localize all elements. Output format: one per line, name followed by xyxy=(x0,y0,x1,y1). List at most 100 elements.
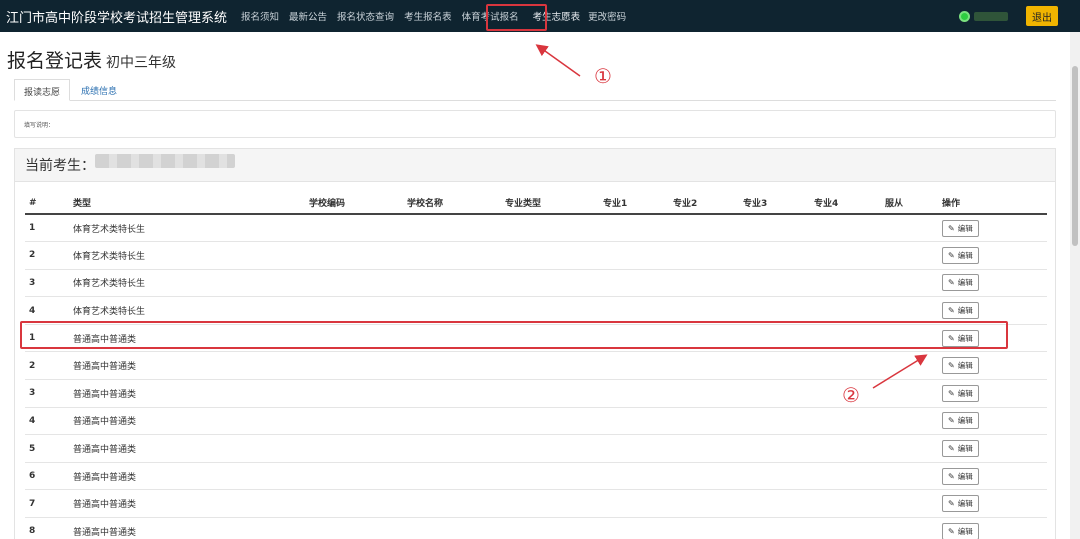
edit-button[interactable]: ✎ 编辑 xyxy=(942,384,979,402)
empty-cell xyxy=(739,517,810,539)
row-actions: ✎ 编辑 xyxy=(938,489,1047,519)
column-header: 专业4 xyxy=(810,192,881,215)
empty-cell xyxy=(501,489,599,519)
row-number: 5 xyxy=(25,434,69,463)
edit-label: 编辑 xyxy=(957,388,973,398)
empty-cell xyxy=(501,269,599,298)
empty-cell xyxy=(403,462,501,491)
empty-cell xyxy=(501,517,599,539)
tab-score-info[interactable]: 成绩信息 xyxy=(72,79,126,101)
empty-cell xyxy=(403,214,501,243)
row-actions: ✎ 编辑 xyxy=(938,434,1047,463)
pencil-icon: ✎ xyxy=(948,388,955,398)
nav-item-registration-form[interactable]: 考生报名表 xyxy=(404,9,452,23)
candidate-name-redacted xyxy=(95,154,235,168)
table-row: 1 体育艺术类特长生 ✎ 编辑 xyxy=(25,214,1047,243)
empty-cell xyxy=(403,241,501,270)
edit-button[interactable]: ✎ 编辑 xyxy=(942,274,979,292)
empty-cell xyxy=(599,462,669,491)
empty-cell xyxy=(881,241,938,270)
column-header: 专业2 xyxy=(669,192,739,215)
row-actions: ✎ 编辑 xyxy=(938,351,1047,381)
row-actions: ✎ 编辑 xyxy=(938,462,1047,491)
empty-cell xyxy=(403,269,501,298)
edit-button[interactable]: ✎ 编辑 xyxy=(942,440,979,458)
empty-cell xyxy=(501,407,599,436)
pencil-icon: ✎ xyxy=(948,250,955,260)
edit-label: 编辑 xyxy=(957,471,973,481)
empty-cell xyxy=(881,351,938,381)
row-type: 普通高中普通类 xyxy=(69,407,305,436)
edit-button[interactable]: ✎ 编辑 xyxy=(942,467,979,485)
row-number: 7 xyxy=(25,489,69,519)
nav-item-registration-notice[interactable]: 报名须知 xyxy=(241,9,279,23)
edit-button[interactable]: ✎ 编辑 xyxy=(942,246,979,264)
empty-cell xyxy=(739,379,810,408)
row-type: 普通高中普通类 xyxy=(69,434,305,463)
edit-button[interactable]: ✎ 编辑 xyxy=(942,302,979,320)
pencil-icon: ✎ xyxy=(948,471,955,481)
edit-button[interactable]: ✎ 编辑 xyxy=(942,495,979,513)
column-header: 专业3 xyxy=(739,192,810,215)
empty-cell xyxy=(810,517,881,539)
empty-cell xyxy=(599,269,669,298)
page-title-text: 报名登记表 xyxy=(7,50,103,72)
empty-cell xyxy=(599,407,669,436)
row-actions: ✎ 编辑 xyxy=(938,214,1047,243)
edit-label: 编辑 xyxy=(957,499,973,509)
row-actions: ✎ 编辑 xyxy=(938,269,1047,298)
page-title: 报名登记表 初中三年级 xyxy=(7,46,176,73)
empty-cell xyxy=(501,214,599,243)
nav-item-change-password[interactable]: 更改密码 xyxy=(588,9,626,23)
user-area: 退出 xyxy=(959,6,1058,26)
edit-button[interactable]: ✎ 编辑 xyxy=(942,522,979,539)
edit-label: 编辑 xyxy=(957,223,973,233)
page-subtitle: 初中三年级 xyxy=(106,55,177,71)
edit-label: 编辑 xyxy=(957,444,973,454)
empty-cell xyxy=(305,351,403,381)
edit-button[interactable]: ✎ 编辑 xyxy=(942,219,979,237)
tab-application[interactable]: 报读志愿 xyxy=(14,79,71,101)
instruction-text: 填写说明： xyxy=(24,122,55,129)
row-type: 普通高中普通类 xyxy=(69,351,305,381)
nav-item-registration-status[interactable]: 报名状态查询 xyxy=(337,9,394,23)
pencil-icon: ✎ xyxy=(948,526,955,536)
pencil-icon: ✎ xyxy=(948,361,955,371)
empty-cell xyxy=(739,407,810,436)
scrollbar[interactable] xyxy=(1070,32,1080,539)
empty-cell xyxy=(501,462,599,491)
table-row: 7 普通高中普通类 ✎ 编辑 xyxy=(25,489,1047,519)
edit-label: 编辑 xyxy=(957,361,973,371)
table-row: 4 普通高中普通类 ✎ 编辑 xyxy=(25,407,1047,436)
column-header: 专业1 xyxy=(599,192,669,215)
edit-button[interactable]: ✎ 编辑 xyxy=(942,412,979,430)
user-icon xyxy=(959,10,970,22)
row-number: 3 xyxy=(25,379,69,408)
empty-cell xyxy=(810,489,881,519)
row-type: 普通高中普通类 xyxy=(69,462,305,491)
empty-cell xyxy=(403,379,501,408)
row-actions: ✎ 编辑 xyxy=(938,241,1047,270)
empty-cell xyxy=(669,517,739,539)
empty-cell xyxy=(810,214,881,243)
empty-cell xyxy=(881,214,938,243)
empty-cell xyxy=(881,269,938,298)
empty-cell xyxy=(810,351,881,381)
empty-cell xyxy=(669,379,739,408)
panel-body: # 类型 学校编码 学校名称 专业类型 专业1 专业2 专业3 专业4 服从 操作 1 体育艺术类特长… xyxy=(15,181,1055,539)
empty-cell xyxy=(599,434,669,463)
empty-cell xyxy=(305,379,403,408)
scrollbar-thumb[interactable] xyxy=(1072,66,1078,246)
edit-button[interactable]: ✎ 编辑 xyxy=(942,357,979,375)
logout-button[interactable]: 退出 xyxy=(1026,6,1058,26)
row-number: 1 xyxy=(25,214,69,243)
nav-item-latest-announcement[interactable]: 最新公告 xyxy=(289,9,327,23)
edit-label: 编辑 xyxy=(957,278,973,288)
empty-cell xyxy=(739,434,810,463)
row-actions: ✎ 编辑 xyxy=(938,379,1047,408)
table-row: 2 体育艺术类特长生 ✎ 编辑 xyxy=(25,241,1047,270)
empty-cell xyxy=(669,407,739,436)
empty-cell xyxy=(881,517,938,539)
empty-cell xyxy=(501,379,599,408)
column-header: # xyxy=(25,192,69,215)
